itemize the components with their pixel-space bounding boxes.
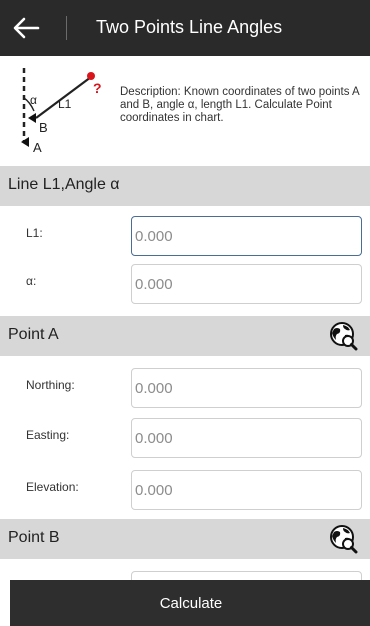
l1-input[interactable] (131, 216, 362, 256)
l1-label: L1: (26, 226, 43, 240)
section-title-point-a: Point A (8, 326, 59, 343)
row-point-a-easting: Easting: (0, 412, 370, 460)
header-divider (66, 16, 67, 40)
point-a-elevation-input[interactable] (131, 470, 362, 510)
back-button[interactable] (6, 10, 46, 46)
app-window: Two Points Line Angles ? α L1 B A Descri… (0, 0, 370, 626)
diagram-label-unknown: ? (93, 80, 102, 96)
section-title-line: Line L1,Angle α (8, 176, 120, 193)
alpha-input[interactable] (131, 264, 362, 304)
point-a-northing-input[interactable] (131, 368, 362, 408)
point-a-easting-label: Easting: (26, 428, 70, 442)
section-point-a: Point A (0, 316, 370, 356)
description-text: Description: Known coordinates of two po… (120, 86, 360, 124)
section-line-angle: Line L1,Angle α (0, 166, 370, 206)
diagram-label-alpha: α (30, 93, 37, 107)
row-point-a-elevation: Elevation: (0, 464, 370, 512)
calculate-button[interactable]: Calculate (10, 580, 370, 626)
section-point-b: Point B (0, 519, 370, 559)
back-arrow-icon (13, 17, 40, 39)
row-l1: L1: (0, 210, 370, 258)
diagram-label-a: A (33, 140, 42, 154)
page-title: Two Points Line Angles (96, 17, 283, 37)
line-angle-diagram: ? α L1 B A (21, 68, 102, 154)
point-a-elevation-label: Elevation: (26, 480, 79, 494)
row-point-a-northing: Northing: (0, 362, 370, 410)
point-a-globe-search-icon[interactable] (328, 321, 358, 351)
diagram-label-b: B (39, 120, 48, 135)
title-bar: Two Points Line Angles (0, 0, 370, 56)
row-alpha: α: (0, 258, 370, 306)
point-b-globe-search-icon[interactable] (328, 524, 358, 554)
section-title-point-b: Point B (8, 529, 60, 546)
alpha-label: α: (26, 274, 37, 288)
diagram-label-l1: L1 (58, 97, 72, 111)
point-a-easting-input[interactable] (131, 418, 362, 458)
description-panel: ? α L1 B A Description: Known coordinate… (0, 56, 370, 160)
point-a-northing-label: Northing: (26, 378, 75, 392)
